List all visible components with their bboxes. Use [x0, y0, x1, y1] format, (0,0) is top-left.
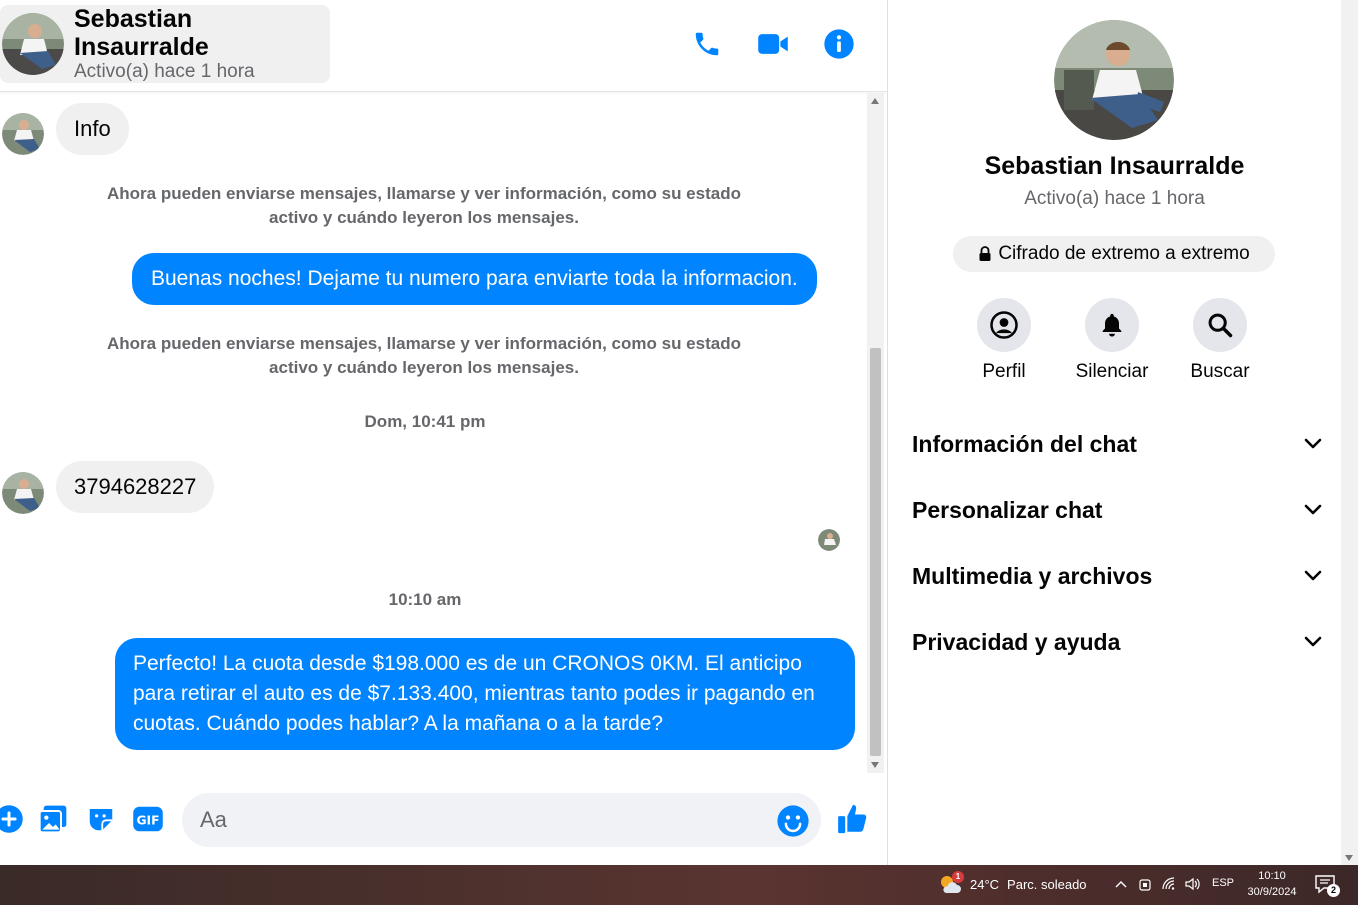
profile-action-button[interactable]: Perfil	[954, 298, 1054, 383]
contact-name: Sebastian Insaurralde	[74, 5, 209, 61]
section-label: Privacidad y ayuda	[912, 628, 1121, 655]
gif-icon: GIF	[133, 806, 163, 832]
bell-icon	[1102, 313, 1122, 337]
chevron-down-icon	[1304, 504, 1322, 515]
weather-icon-wrap: 1	[938, 871, 964, 895]
mute-action-button[interactable]: Silenciar	[1062, 298, 1162, 383]
scroll-up-arrow[interactable]	[871, 98, 879, 104]
taskbar-clock[interactable]: 10:10 30/9/2024	[1240, 868, 1304, 900]
weather-temperature: 24°C	[970, 876, 1000, 892]
conversation-info-panel: Sebastian Insaurralde Activo(a) hace 1 h…	[888, 0, 1341, 865]
section-privacy-help[interactable]: Privacidad y ayuda	[912, 618, 1322, 666]
weather-condition: Parc. soleado	[1007, 876, 1087, 892]
message-bubble-incoming[interactable]: Info	[56, 103, 129, 155]
message-list-scrollbar[interactable]	[867, 93, 884, 773]
volume-icon[interactable]	[1185, 877, 1201, 891]
scrollbar-thumb[interactable]	[870, 348, 881, 756]
system-notice: Ahora pueden enviarse mensajes, llamarse…	[107, 184, 741, 227]
encryption-label: Cifrado de extremo a extremo	[998, 243, 1250, 264]
contact-status: Activo(a) hace 1 hora	[74, 61, 255, 82]
chevron-down-icon	[1304, 636, 1322, 647]
chevron-down-icon	[1304, 570, 1322, 581]
clock-time: 10:10	[1258, 870, 1286, 882]
chevron-up-icon[interactable]	[1114, 879, 1128, 889]
profile-icon	[990, 311, 1018, 339]
image-icon	[38, 805, 67, 834]
search-icon	[1208, 313, 1233, 338]
section-label: Personalizar chat	[912, 496, 1103, 523]
contact-avatar[interactable]	[2, 13, 64, 75]
search-action-label: Buscar	[1190, 361, 1250, 382]
chevron-down-icon	[1304, 438, 1322, 449]
search-action-circle	[1193, 298, 1247, 352]
clock-date: 30/9/2024	[1247, 886, 1297, 898]
more-actions-button[interactable]	[0, 802, 26, 836]
audio-call-button[interactable]	[689, 26, 725, 62]
gif-button[interactable]: GIF	[131, 802, 165, 836]
thumbs-up-icon	[838, 804, 867, 834]
video-camera-icon	[758, 34, 788, 54]
info-contact-status: Activo(a) hace 1 hora	[1024, 188, 1205, 209]
conversation-info-button[interactable]	[821, 26, 857, 62]
mute-action-label: Silenciar	[1075, 361, 1149, 382]
gif-label: GIF	[136, 814, 159, 828]
send-like-button[interactable]	[836, 802, 870, 836]
attach-image-button[interactable]	[36, 802, 70, 836]
page-scrollbar[interactable]	[1341, 0, 1358, 865]
lock-icon	[979, 246, 991, 261]
encryption-badge[interactable]: Cifrado de extremo a extremo	[953, 236, 1275, 272]
profile-action-label: Perfil	[982, 361, 1026, 382]
profile-action-circle	[977, 298, 1031, 352]
windows-taskbar: 1 24°C Parc. soleado ESP 10:10 30/9/2024…	[0, 865, 1358, 905]
message-list[interactable]: Info Ahora pueden enviarse mensajes, lla…	[0, 93, 867, 773]
sticker-icon	[89, 809, 113, 831]
mute-action-circle	[1085, 298, 1139, 352]
section-customize-chat[interactable]: Personalizar chat	[912, 486, 1322, 534]
chat-header: Sebastian Insaurralde Activo(a) hace 1 h…	[0, 0, 887, 92]
message-timestamp: Dom, 10:41 pm	[364, 412, 486, 431]
message-bubble-outgoing[interactable]: Buenas noches! Dejame tu numero para env…	[132, 253, 817, 305]
notification-count: 2	[1327, 884, 1340, 897]
sticker-button[interactable]	[84, 802, 118, 836]
weather-alert-badge: 1	[952, 871, 964, 883]
section-chat-info[interactable]: Información del chat	[912, 420, 1322, 468]
meet-now-icon[interactable]	[1138, 877, 1152, 893]
contact-profile-picture[interactable]	[1054, 20, 1174, 140]
message-timestamp: 10:10 am	[388, 590, 462, 609]
system-notice: Ahora pueden enviarse mensajes, llamarse…	[107, 334, 741, 377]
message-bubble-outgoing[interactable]: Perfecto! La cuota desde $198.000 es de …	[115, 638, 855, 750]
header-profile-button[interactable]: Sebastian Insaurralde Activo(a) hace 1 h…	[0, 5, 330, 83]
section-label: Multimedia y archivos	[912, 562, 1153, 589]
seen-indicator-avatar	[818, 529, 840, 551]
video-call-button[interactable]	[755, 26, 791, 62]
section-media-files[interactable]: Multimedia y archivos	[912, 552, 1322, 600]
header-texts: Sebastian Insaurralde Activo(a) hace 1 h…	[74, 5, 330, 83]
scroll-down-arrow[interactable]	[871, 762, 879, 768]
contact-message-avatar[interactable]	[2, 472, 44, 514]
weather-widget[interactable]: 1 24°C Parc. soleado	[938, 871, 1087, 895]
messenger-app: Sebastian Insaurralde Activo(a) hace 1 h…	[0, 0, 1358, 865]
emoji-icon[interactable]	[776, 804, 810, 838]
input-language[interactable]: ESP	[1212, 877, 1234, 889]
message-composer: GIF	[0, 780, 887, 865]
wifi-icon[interactable]	[1162, 877, 1178, 891]
message-input[interactable]	[182, 793, 821, 847]
page-scroll-down-arrow[interactable]	[1345, 855, 1353, 861]
info-contact-name: Sebastian Insaurralde	[984, 152, 1245, 180]
plus-icon	[0, 805, 23, 833]
info-icon	[824, 29, 854, 59]
contact-message-avatar[interactable]	[2, 113, 44, 155]
chat-pane: Sebastian Insaurralde Activo(a) hace 1 h…	[0, 0, 887, 865]
phone-icon	[695, 32, 719, 56]
section-label: Información del chat	[912, 430, 1137, 457]
notification-center-button[interactable]: 2	[1314, 874, 1340, 897]
search-action-button[interactable]: Buscar	[1170, 298, 1270, 383]
message-bubble-incoming[interactable]: 3794628227	[56, 461, 215, 513]
